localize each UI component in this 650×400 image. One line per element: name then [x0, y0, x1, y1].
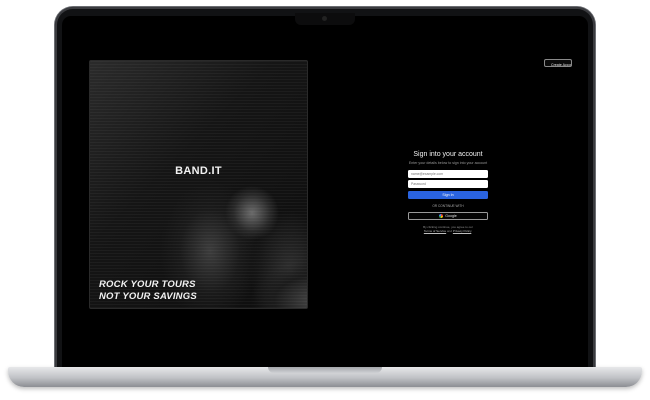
google-signin-button[interactable]: Google	[408, 212, 488, 220]
hero-image: BAND.IT ROCK YOUR TOURS NOT YOUR SAVINGS	[89, 60, 308, 309]
terms-suffix: .	[471, 229, 473, 234]
terms-and: and	[447, 229, 453, 234]
create-account-button[interactable]: Create Account	[544, 59, 572, 67]
signin-form: Sign into your account Enter your detail…	[400, 150, 496, 233]
signin-title: Sign into your account	[413, 151, 483, 158]
terms-notice: By clicking continue, you agree to our T…	[400, 225, 496, 233]
google-icon	[439, 214, 444, 218]
signin-subtitle: Enter your details below to sign into yo…	[408, 161, 488, 165]
camera-icon	[322, 16, 327, 21]
tagline-line-2: NOT YOUR SAVINGS	[99, 291, 197, 302]
password-input[interactable]	[408, 180, 488, 188]
privacy-policy-link[interactable]: Privacy Policy	[453, 229, 471, 233]
email-input[interactable]	[408, 170, 488, 178]
sign-in-button[interactable]: Sign In	[408, 191, 488, 199]
tagline-line-1: ROCK YOUR TOURS	[99, 279, 196, 290]
hero-tagline: ROCK YOUR TOURS NOT YOUR SAVINGS	[99, 279, 197, 303]
terms-of-service-link[interactable]: Terms of Service	[424, 229, 446, 233]
google-button-label: Google	[445, 214, 457, 218]
laptop-opening-notch	[268, 367, 382, 373]
brand-logo: BAND.IT	[175, 165, 222, 177]
divider-text: OR CONTINUE WITH	[432, 204, 464, 208]
